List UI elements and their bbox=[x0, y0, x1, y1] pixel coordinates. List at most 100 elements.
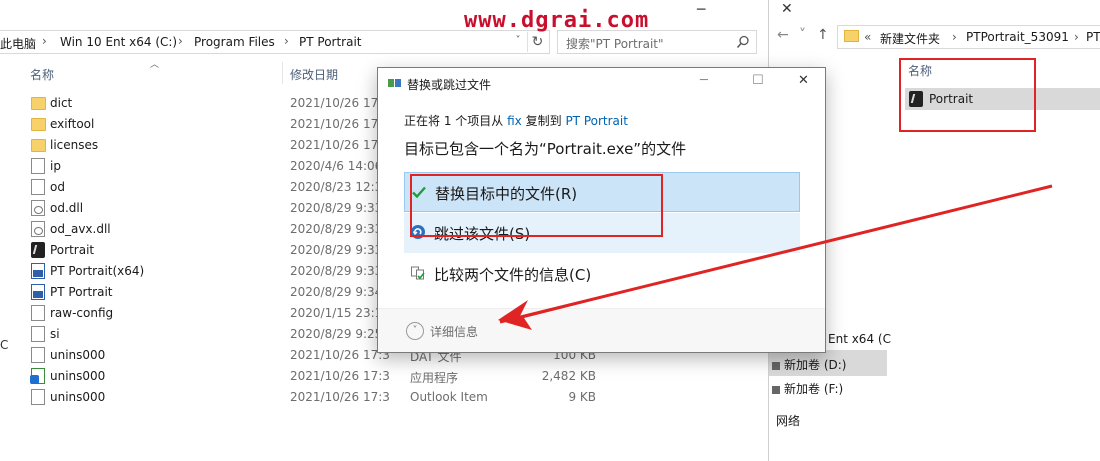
file-date: 2020/8/23 12:3 bbox=[290, 180, 383, 194]
dialog-maximize-icon[interactable]: ☐ bbox=[752, 73, 764, 88]
file-icon bbox=[31, 326, 45, 342]
breadcrumb-overflow-icon[interactable]: « bbox=[864, 30, 871, 44]
breadcrumb-separator-icon[interactable]: › bbox=[178, 34, 183, 48]
nav-item-drive-c[interactable]: Ent x64 (C bbox=[828, 332, 891, 346]
address-bar[interactable]: 此电脑 › Win 10 Ent x64 (C:) › Program File… bbox=[0, 30, 550, 54]
file-date: 2020/8/29 9:25 bbox=[290, 327, 383, 341]
minimize-icon[interactable]: ─ bbox=[697, 2, 705, 18]
breadcrumb-pt[interactable]: PT bbox=[1086, 30, 1100, 44]
file-date: 2020/8/29 9:33 bbox=[290, 222, 383, 236]
file-name: si bbox=[50, 327, 60, 341]
dll-icon bbox=[31, 221, 45, 237]
compare-files-icon bbox=[411, 266, 425, 280]
portrait-app-icon bbox=[31, 242, 45, 258]
watermark-text: www.dgrai.com bbox=[464, 8, 650, 33]
file-date: 2020/4/6 14:06 bbox=[290, 159, 383, 173]
file-date: 2021/10/26 17:33 bbox=[290, 369, 390, 383]
breadcrumb-separator-icon[interactable]: › bbox=[952, 30, 957, 44]
close-icon[interactable]: ✕ bbox=[781, 1, 793, 17]
pt-portrait-icon bbox=[31, 284, 45, 300]
file-row[interactable]: unins000 2021/10/26 17:33 应用程序 2,482 KB bbox=[0, 366, 768, 387]
breadcrumb-new-folder[interactable]: 新建文件夹 bbox=[880, 30, 940, 47]
file-date: 2021/10/26 17:34 bbox=[290, 390, 390, 404]
breadcrumb-separator-icon[interactable]: › bbox=[42, 34, 47, 48]
file-name: ip bbox=[50, 159, 61, 173]
file-name: od_avx.dll bbox=[50, 222, 111, 236]
file-name: od bbox=[50, 180, 65, 194]
folder-icon bbox=[31, 118, 46, 131]
dll-icon bbox=[31, 200, 45, 216]
drive-icon bbox=[772, 385, 780, 394]
column-divider[interactable] bbox=[282, 62, 283, 84]
file-type: 应用程序 bbox=[410, 371, 459, 385]
file-size: 9 KB bbox=[568, 390, 596, 404]
chevron-down-icon[interactable]: ˅ bbox=[406, 322, 424, 340]
column-header-date[interactable]: 修改日期 bbox=[290, 66, 338, 83]
search-placeholder: 搜索"PT Portrait" bbox=[566, 37, 664, 51]
nav-item-drive-d-label: 新加卷 (D:) bbox=[784, 358, 847, 372]
file-name: exiftool bbox=[50, 117, 95, 131]
file-name: unins000 bbox=[50, 390, 106, 404]
folder-icon bbox=[31, 97, 46, 110]
breadcrumb-program-files[interactable]: Program Files bbox=[194, 35, 275, 49]
nav-pane-edge-text: C bbox=[0, 338, 9, 352]
more-details-button[interactable]: 详细信息 bbox=[430, 323, 478, 340]
file-date: 2021/10/26 17:3 bbox=[290, 138, 390, 152]
file-icon bbox=[31, 179, 45, 195]
setup-icon bbox=[30, 368, 45, 384]
file-name: Portrait bbox=[50, 243, 95, 257]
file-name: dict bbox=[50, 96, 73, 110]
file-name: PT Portrait bbox=[50, 285, 113, 299]
copy-status-prefix: 正在将 1 个项目从 bbox=[404, 114, 504, 128]
dialog-close-icon[interactable]: ✕ bbox=[798, 73, 809, 88]
nav-item-network[interactable]: 网络 bbox=[776, 412, 800, 429]
compare-option-button[interactable]: 比较两个文件的信息(C) bbox=[404, 254, 800, 294]
dropdown-icon[interactable]: ˅ bbox=[799, 27, 806, 43]
file-date: 2020/8/29 9:33 bbox=[290, 243, 383, 257]
search-input[interactable]: 搜索"PT Portrait" bbox=[557, 30, 757, 54]
file-size: 2,482 KB bbox=[541, 369, 596, 383]
file-name: licenses bbox=[50, 138, 99, 152]
file-icon bbox=[31, 389, 45, 405]
up-arrow-icon[interactable]: ↑ bbox=[817, 27, 829, 43]
breadcrumb-drive-c[interactable]: Win 10 Ent x64 (C:) bbox=[60, 35, 177, 49]
copy-status-middle: 复制到 bbox=[525, 114, 562, 128]
file-row[interactable]: unins000 2021/10/26 17:34 Outlook Item 9 KB bbox=[0, 387, 768, 408]
file-name: od.dll bbox=[50, 201, 84, 215]
breadcrumb-pt-portrait[interactable]: PT Portrait bbox=[299, 35, 362, 49]
search-icon[interactable] bbox=[736, 35, 750, 49]
sort-ascending-icon: ︿ bbox=[150, 60, 160, 70]
nav-item-drive-d[interactable]: 新加卷 (D:) bbox=[772, 356, 846, 373]
column-header-name[interactable]: 名称 bbox=[30, 66, 54, 83]
refresh-icon[interactable]: ↻ bbox=[527, 32, 547, 52]
conflict-message: 目标已包含一个名为“Portrait.exe”的文件 bbox=[404, 140, 687, 158]
nav-item-drive-f[interactable]: 新加卷 (F:) bbox=[772, 380, 843, 397]
breadcrumb-ptportrait-folder[interactable]: PTPortrait_53091 bbox=[966, 30, 1069, 44]
file-date: 2021/10/26 17:34 bbox=[290, 348, 390, 362]
breadcrumb-separator-icon[interactable]: › bbox=[1074, 30, 1079, 44]
back-arrow-icon[interactable]: ← bbox=[777, 27, 789, 43]
file-date: 2020/1/15 23:1 bbox=[290, 306, 383, 320]
file-date: 2020/8/29 9:33 bbox=[290, 201, 383, 215]
compare-option-label: 比较两个文件的信息(C) bbox=[434, 266, 592, 284]
left-title-strip: ─ bbox=[0, 0, 768, 30]
folder-icon bbox=[844, 30, 859, 42]
file-name: unins000 bbox=[50, 348, 106, 362]
file-icon bbox=[31, 347, 45, 363]
file-date: 2020/8/29 9:33 bbox=[290, 264, 383, 278]
file-name: PT Portrait(x64) bbox=[50, 264, 145, 278]
file-copy-icon bbox=[388, 79, 401, 87]
right-address-bar[interactable]: « 新建文件夹 › PTPortrait_53091 › PT bbox=[837, 25, 1100, 49]
address-dropdown-icon[interactable]: ˅ bbox=[510, 35, 526, 46]
highlight-box-replace-option bbox=[410, 174, 663, 237]
breadcrumb-this-pc[interactable]: 此电脑 bbox=[0, 35, 36, 52]
breadcrumb-separator-icon[interactable]: › bbox=[284, 34, 289, 48]
nav-item-drive-f-label: 新加卷 (F:) bbox=[784, 382, 844, 396]
dialog-minimize-icon[interactable]: ─ bbox=[700, 73, 708, 88]
file-name: raw-config bbox=[50, 306, 114, 320]
destination-folder-link[interactable]: PT Portrait bbox=[565, 114, 628, 128]
file-type: Outlook Item bbox=[410, 390, 488, 404]
highlight-box-target-file bbox=[899, 58, 1036, 132]
dialog-footer: ˅ 详细信息 bbox=[378, 309, 825, 352]
source-folder-link[interactable]: fix bbox=[507, 114, 522, 128]
